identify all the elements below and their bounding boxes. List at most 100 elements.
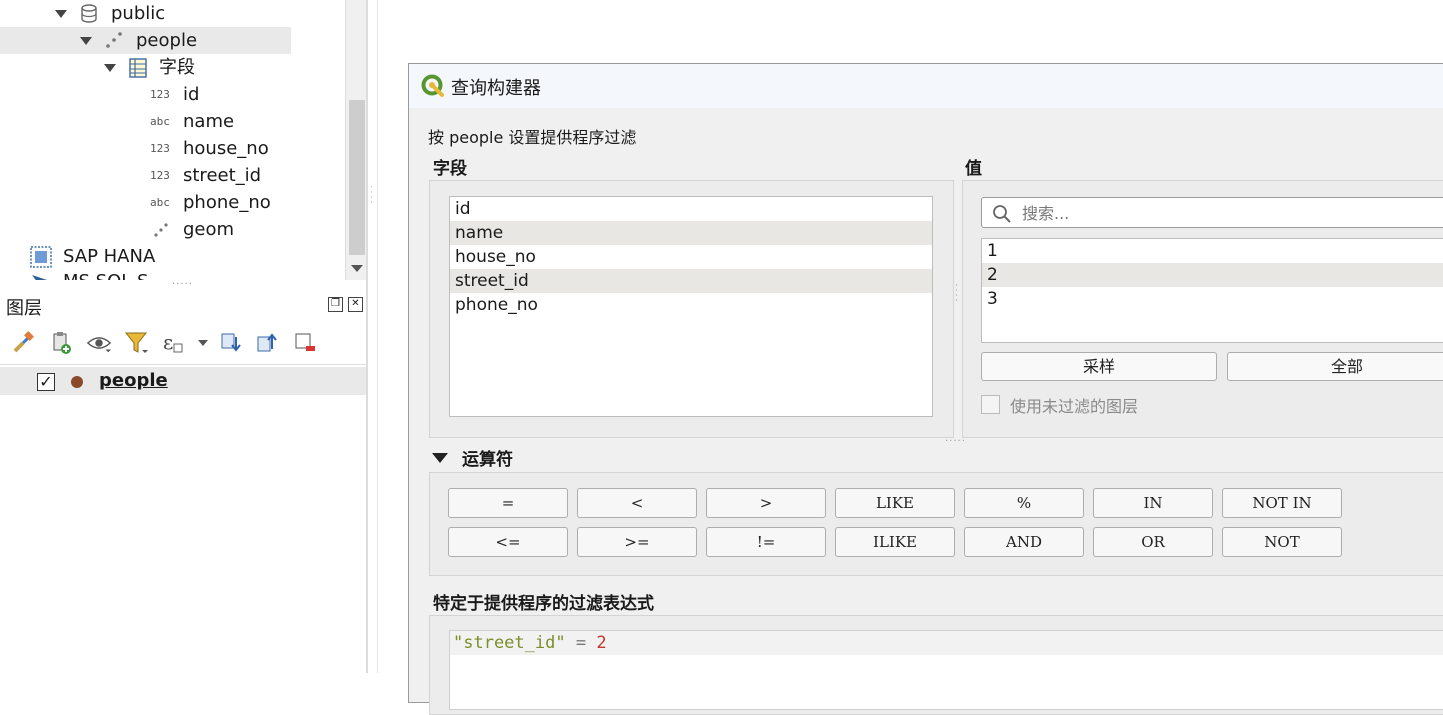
svg-text:ε: ε — [163, 330, 173, 354]
value-item[interactable]: 2 — [982, 263, 1443, 287]
sap-hana-icon — [30, 243, 52, 270]
browser-scrollbar[interactable] — [345, 0, 367, 280]
fields-list[interactable]: id name house_no street_id phone_no — [449, 196, 933, 417]
scrollbar-thumb[interactable] — [349, 100, 365, 255]
tree-field-house-no[interactable]: 123 house_no — [0, 135, 345, 162]
tree-item-sap-hana[interactable]: SAP HANA — [0, 243, 345, 270]
operator-ilike-button[interactable]: ILIKE — [835, 527, 955, 557]
dialog-titlebar[interactable]: 查询构建器 — [409, 64, 1443, 108]
layer-visibility-checkbox[interactable]: ✓ — [37, 373, 55, 391]
operator-less-equal-button[interactable]: <= — [448, 527, 568, 557]
expression-operator: = — [575, 633, 587, 653]
query-builder-dialog: 查询构建器 按 people 设置提供程序过滤 字段 id name house… — [408, 63, 1443, 715]
splitter-grip[interactable]: · · · · — [955, 282, 958, 306]
value-item[interactable]: 3 — [982, 287, 1443, 311]
filter-funnel-icon[interactable] — [124, 330, 150, 356]
search-input[interactable] — [1022, 202, 1422, 224]
dialog-subtitle: 按 people 设置提供程序过滤 — [428, 128, 637, 147]
tree-field-id[interactable]: 123 id — [0, 81, 345, 108]
tree-field-street-id[interactable]: 123 street_id — [0, 162, 345, 189]
dock-vertical-splitter[interactable]: · · · · — [368, 0, 378, 673]
expand-arrow-icon[interactable] — [80, 37, 92, 45]
operator-not-in-button[interactable]: NOT IN — [1222, 488, 1342, 518]
operator-in-button[interactable]: IN — [1093, 488, 1213, 518]
sample-button[interactable]: 采样 — [981, 352, 1217, 381]
field-item-phone-no[interactable]: phone_no — [450, 293, 932, 317]
dialog-title: 查询构建器 — [451, 78, 541, 99]
tree-label: phone_no — [183, 192, 271, 213]
expand-arrow-icon[interactable] — [104, 64, 116, 72]
collapse-all-icon[interactable] — [254, 330, 280, 356]
operator-or-button[interactable]: OR — [1093, 527, 1213, 557]
tree-label: id — [183, 84, 200, 105]
use-unfiltered-layer-checkbox[interactable] — [981, 395, 1000, 414]
field-item-street-id[interactable]: street_id — [450, 269, 932, 293]
operators-group-label[interactable]: 运算符 — [462, 445, 513, 470]
collapse-arrow-icon[interactable] — [432, 453, 448, 463]
layer-name: people — [99, 370, 168, 391]
tree-label: 字段 — [159, 57, 195, 78]
field-item-id[interactable]: id — [450, 197, 932, 221]
filter-expression-editor[interactable]: "street_id" = 2 — [449, 630, 1443, 710]
operator-less-than-button[interactable]: < — [577, 488, 697, 518]
operator-not-button[interactable]: NOT — [1222, 527, 1342, 557]
layers-panel-title: 图层 — [6, 298, 42, 319]
operator-and-button[interactable]: AND — [964, 527, 1084, 557]
browser-tree: public people 字段 123 id abc name 123 hou… — [0, 0, 345, 280]
field-item-name[interactable]: name — [450, 221, 932, 245]
layers-toolbar: ε — [0, 322, 367, 362]
expand-arrow-icon[interactable] — [55, 10, 67, 18]
operator-like-button[interactable]: LIKE — [835, 488, 955, 518]
search-icon — [992, 204, 1011, 223]
dropdown-arrow-icon[interactable] — [190, 330, 216, 356]
left-dock: public people 字段 123 id abc name 123 hou… — [0, 0, 367, 673]
qgis-logo-icon — [421, 74, 445, 98]
dock-splitter-grip[interactable]: ····· — [172, 280, 193, 290]
expression-value: 2 — [596, 633, 607, 653]
tree-field-geom[interactable]: geom — [0, 216, 345, 243]
tree-item-public[interactable]: public — [0, 0, 345, 27]
use-unfiltered-layer-label: 使用未过滤的图层 — [1010, 397, 1139, 416]
field-item-house-no[interactable]: house_no — [450, 245, 932, 269]
integer-type-icon: 123 — [150, 88, 170, 101]
tree-label: people — [136, 30, 198, 51]
operator-greater-than-button[interactable]: > — [706, 488, 826, 518]
float-panel-icon[interactable]: ❐ — [328, 297, 343, 312]
tree-item-people[interactable]: people — [0, 27, 291, 54]
layer-item-people[interactable]: ✓ people — [0, 367, 367, 395]
string-type-icon: abc — [150, 115, 170, 128]
filter-expression-label: 特定于提供程序的过滤表达式 — [433, 594, 654, 614]
tree-field-name[interactable]: abc name — [0, 108, 345, 135]
expand-all-icon[interactable] — [218, 330, 244, 356]
tree-item-fields[interactable]: 字段 — [0, 54, 345, 81]
operator-greater-equal-button[interactable]: >= — [577, 527, 697, 557]
eye-visibility-icon[interactable] — [86, 330, 112, 356]
values-list[interactable]: 1 2 3 — [981, 238, 1443, 343]
point-geometry-icon — [152, 216, 170, 243]
database-icon — [80, 0, 98, 27]
value-item[interactable]: 1 — [982, 239, 1443, 263]
add-group-icon[interactable] — [48, 330, 74, 356]
all-values-button[interactable]: 全部 — [1227, 352, 1443, 381]
tree-field-phone-no[interactable]: abc phone_no — [0, 189, 345, 216]
operator-equals-button[interactable]: = — [448, 488, 568, 518]
fields-table-icon — [128, 54, 148, 81]
close-panel-icon[interactable]: ✕ — [348, 297, 363, 312]
tree-label: SAP HANA — [63, 246, 156, 267]
remove-layer-icon[interactable] — [292, 330, 318, 356]
expression-epsilon-icon[interactable]: ε — [162, 330, 188, 356]
scroll-down-arrow-icon[interactable] — [351, 265, 363, 272]
tree-label: public — [111, 3, 166, 24]
operator-percent-button[interactable]: % — [964, 488, 1084, 518]
operator-not-equal-button[interactable]: != — [706, 527, 826, 557]
splitter-grip[interactable]: ····· — [945, 436, 966, 447]
expression-field: "street_id" — [453, 633, 566, 653]
layers-list: ✓ people — [0, 364, 367, 673]
style-brush-icon[interactable] — [10, 330, 36, 356]
layers-panel-header: 图层 ❐ ✕ — [0, 292, 367, 320]
mssql-icon — [30, 268, 52, 280]
expression-text[interactable]: "street_id" = 2 — [453, 631, 607, 655]
tree-label: geom — [183, 219, 235, 240]
values-search-box[interactable] — [981, 197, 1443, 228]
point-symbol-icon — [71, 376, 83, 388]
